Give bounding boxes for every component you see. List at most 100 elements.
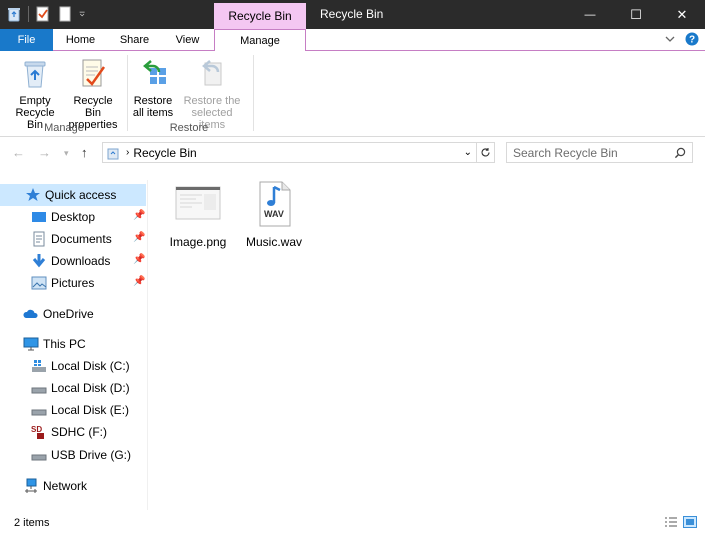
nav-label: Local Disk (E:) xyxy=(51,403,130,417)
wav-badge: WAV xyxy=(264,209,284,219)
nav-item-this-pc[interactable]: This PC xyxy=(0,333,146,355)
nav-item-local-disk-d[interactable]: Local Disk (D:) xyxy=(0,377,146,399)
file-name: Image.png xyxy=(169,235,227,249)
tab-share[interactable]: Share xyxy=(108,29,161,51)
chevron-down-icon[interactable] xyxy=(79,6,89,22)
forward-arrow-icon[interactable]: → xyxy=(38,145,51,160)
search-box[interactable] xyxy=(506,142,693,163)
desktop-icon xyxy=(32,212,46,222)
system-drive-icon xyxy=(32,360,46,372)
image-file-icon xyxy=(175,186,221,220)
empty-recycle-bin-button[interactable]: Empty Recycle Bin xyxy=(6,55,64,131)
nav-item-network[interactable]: Network xyxy=(0,475,146,497)
nav-label: Pictures xyxy=(51,276,95,290)
address-location: Recycle Bin xyxy=(133,145,197,160)
nav-item-sdhc[interactable]: SD SDHC (F:) xyxy=(0,421,146,443)
nav-item-pictures[interactable]: Pictures 📌 xyxy=(0,272,146,294)
nav-label: Quick access xyxy=(45,188,117,202)
restore-all-line-2: all items xyxy=(132,107,174,119)
nav-label: Documents xyxy=(51,232,112,246)
pin-icon[interactable]: 📌 xyxy=(133,276,145,287)
properties-icon[interactable] xyxy=(35,6,51,22)
nav-label: Local Disk (D:) xyxy=(51,381,130,395)
back-arrow-icon[interactable]: ← xyxy=(12,145,25,160)
cloud-icon xyxy=(23,309,38,318)
pin-icon[interactable]: 📌 xyxy=(133,254,145,265)
address-dropdown-icon[interactable]: ⌄ xyxy=(464,147,472,158)
ribbon-controls: ? xyxy=(665,32,699,46)
recycle-bin-small-icon xyxy=(107,148,119,159)
refresh-icon xyxy=(481,148,490,157)
file-list: Image.png WAV Music.wav xyxy=(149,170,705,510)
ribbon: Empty Recycle Bin Recycle Bin properties… xyxy=(0,51,705,137)
nav-item-desktop[interactable]: Desktop 📌 xyxy=(0,206,146,228)
restore-selected-items-button[interactable]: Restore the selected items xyxy=(177,55,247,131)
toolbar-separator xyxy=(28,6,29,22)
tab-file[interactable]: File xyxy=(0,29,53,51)
large-icons-view-icon[interactable] xyxy=(683,516,697,528)
computer-icon xyxy=(23,337,39,351)
nav-item-local-disk-e[interactable]: Local Disk (E:) xyxy=(0,399,146,421)
nav-item-quick-access[interactable]: Quick access xyxy=(0,184,146,206)
address-bar[interactable]: › Recycle Bin ⌄ xyxy=(102,142,477,163)
nav-label: USB Drive (G:) xyxy=(51,448,132,462)
recycle-bin-icon[interactable] xyxy=(6,6,22,22)
minimize-button[interactable]: — xyxy=(567,0,613,29)
file-item-image[interactable]: Image.png xyxy=(161,180,235,249)
minimize-icon: — xyxy=(584,8,596,21)
pin-icon[interactable]: 📌 xyxy=(133,210,145,221)
recent-locations-chevron-icon[interactable]: ▾ xyxy=(64,148,69,159)
close-button[interactable]: ✕ xyxy=(659,0,705,29)
restore-all-items-button[interactable]: Restore all items xyxy=(130,55,176,119)
view-toggle xyxy=(664,516,697,528)
nav-label: This PC xyxy=(43,337,86,351)
download-arrow-icon xyxy=(32,254,46,268)
nav-item-local-disk-c[interactable]: Local Disk (C:) xyxy=(0,355,146,377)
up-arrow-icon[interactable]: ↑ xyxy=(81,145,88,160)
nav-item-documents[interactable]: Documents 📌 xyxy=(0,228,146,250)
svg-text:SD: SD xyxy=(31,425,42,434)
drive-icon xyxy=(31,409,47,416)
nav-label: Local Disk (C:) xyxy=(51,359,130,373)
nav-label: Network xyxy=(43,479,88,493)
search-icon[interactable] xyxy=(674,147,686,159)
properties-line-1: Recycle Bin xyxy=(73,95,113,119)
group-label-restore: Restore xyxy=(169,122,209,134)
tab-view[interactable]: View xyxy=(161,29,214,51)
star-icon xyxy=(26,188,40,201)
audio-file-icon xyxy=(259,181,291,227)
group-label-manage: Manage xyxy=(44,122,84,134)
nav-item-onedrive[interactable]: OneDrive xyxy=(0,303,146,325)
maximize-button[interactable]: ☐ xyxy=(613,0,659,29)
refresh-button[interactable] xyxy=(477,142,495,163)
search-input[interactable] xyxy=(507,143,674,162)
expand-ribbon-icon[interactable] xyxy=(665,34,675,44)
file-item-music[interactable]: WAV Music.wav xyxy=(237,180,311,249)
drive-icon xyxy=(31,387,47,394)
group-separator xyxy=(253,55,254,131)
recycle-bin-properties-button[interactable]: Recycle Bin properties xyxy=(64,55,122,131)
navigation-pane: Quick access Desktop 📌 Documents 📌 Downl… xyxy=(0,180,148,510)
network-icon xyxy=(25,478,37,493)
maximize-icon: ☐ xyxy=(630,6,642,22)
svg-text:?: ? xyxy=(689,35,695,46)
tab-manage[interactable]: Manage xyxy=(214,29,306,52)
properties-icon xyxy=(82,59,106,87)
restore-all-icon xyxy=(143,60,166,84)
help-icon[interactable]: ? xyxy=(685,32,699,46)
status-bar: 2 items xyxy=(0,512,705,535)
breadcrumb-chevron-icon[interactable]: › xyxy=(126,147,129,158)
address-row: ← → ▾ ↑ › Recycle Bin ⌄ xyxy=(0,137,705,169)
pin-icon[interactable]: 📌 xyxy=(133,232,145,243)
new-folder-icon[interactable] xyxy=(57,6,73,22)
context-tab-recycle-bin-tools: Recycle Bin Tools xyxy=(214,3,306,49)
drive-icon xyxy=(31,454,47,461)
sd-card-icon: SD xyxy=(31,425,44,439)
details-view-icon[interactable] xyxy=(664,516,678,528)
empty-recycle-bin-icon xyxy=(24,61,46,88)
nav-item-downloads[interactable]: Downloads 📌 xyxy=(0,250,146,272)
tab-home[interactable]: Home xyxy=(53,29,108,51)
restore-all-line-1: Restore xyxy=(133,95,173,107)
nav-item-usb-drive[interactable]: USB Drive (G:) xyxy=(0,444,146,466)
ribbon-tab-bar: File Home Share View Manage ? xyxy=(0,29,705,52)
